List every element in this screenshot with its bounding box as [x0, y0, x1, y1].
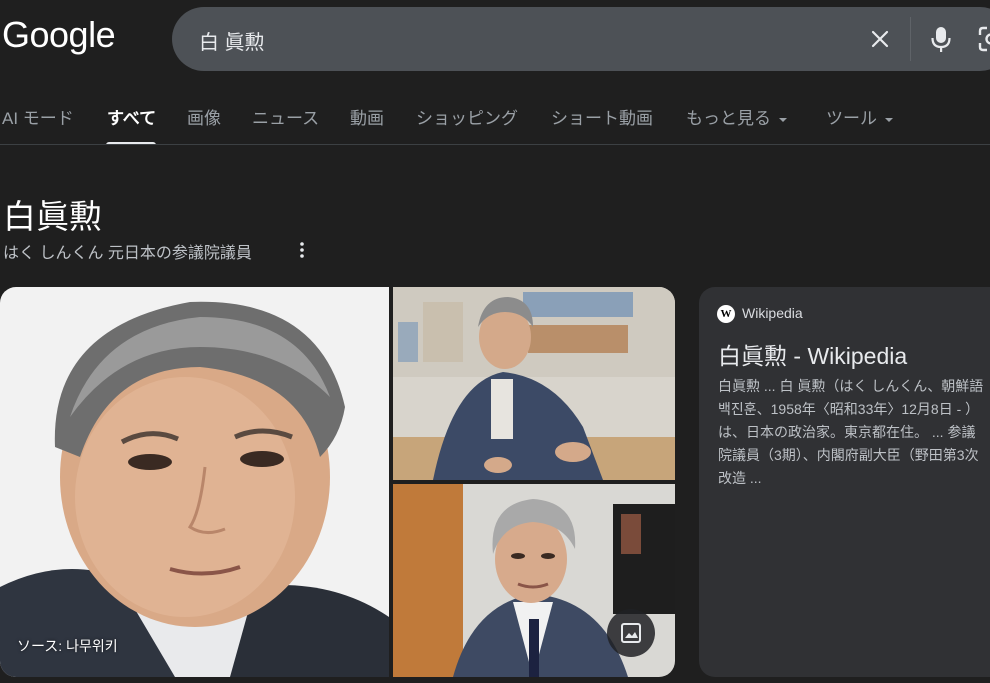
- result-title-link[interactable]: 白眞勲 - Wikipedia: [718, 337, 907, 371]
- google-logo[interactable]: Google: [2, 14, 116, 56]
- search-tabs: AI モード すべて 画像 ニュース 動画 ショッピング ショート動画 もっと見…: [0, 104, 990, 145]
- tab-all[interactable]: すべて: [107, 104, 156, 144]
- tab-shopping[interactable]: ショッピング: [416, 104, 518, 144]
- tab-videos[interactable]: 動画: [350, 104, 384, 144]
- tab-news[interactable]: ニュース: [252, 104, 319, 144]
- portrait-image-office[interactable]: [393, 287, 675, 480]
- tabs-divider: [0, 144, 990, 145]
- wikipedia-result-card[interactable]: W Wikipedia 白眞勲 - Wikipedia 白眞勲 ... 白 眞勲…: [699, 287, 990, 677]
- google-lens-icon[interactable]: [977, 25, 990, 53]
- image-source-label: ソース: 나무위키: [17, 638, 118, 654]
- search-divider: [910, 17, 911, 61]
- chevron-down-icon: [885, 117, 893, 122]
- tab-tools[interactable]: ツール: [826, 104, 893, 144]
- portrait-image-main[interactable]: [0, 287, 389, 677]
- search-box[interactable]: 白 眞勲: [172, 7, 990, 71]
- image-mosaic: ソース: 나무위키: [0, 287, 675, 677]
- image-icon: [621, 623, 641, 643]
- entity-title: 白眞勲: [3, 198, 102, 235]
- search-results-page: Google 白 眞勲 AI モード すべて 画像 ニュース 動画 ショッピング…: [0, 0, 990, 683]
- tab-short-videos[interactable]: ショート動画: [551, 104, 653, 144]
- wikipedia-favicon-icon: W: [717, 305, 735, 323]
- microphone-icon[interactable]: [929, 25, 953, 53]
- result-source: Wikipedia: [742, 305, 803, 321]
- clear-icon[interactable]: [868, 27, 892, 51]
- tab-more[interactable]: もっと見る: [686, 104, 787, 144]
- tab-ai-mode[interactable]: AI モード: [2, 104, 74, 144]
- entity-subtitle: はく しんくん 元日本の参議院議員: [3, 245, 252, 262]
- view-images-button[interactable]: [607, 609, 655, 657]
- more-options-icon[interactable]: [292, 240, 312, 260]
- result-snippet: 白眞勲 ... 白 眞勲（はく しんくん、朝鮮語 백진훈、1958年〈昭和33年…: [718, 378, 984, 486]
- chevron-down-icon: [779, 117, 787, 122]
- search-input[interactable]: 白 眞勲: [199, 26, 265, 55]
- tab-images[interactable]: 画像: [187, 104, 221, 144]
